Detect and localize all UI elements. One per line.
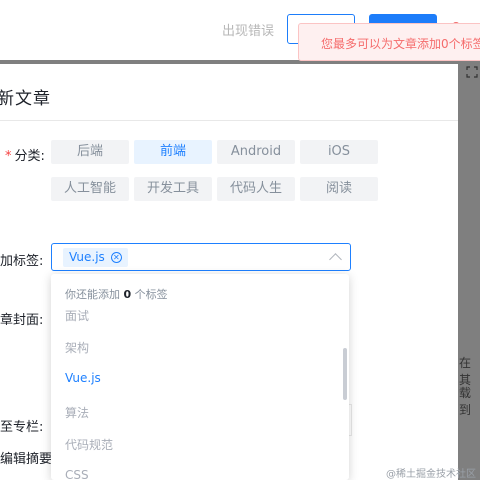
- error-link[interactable]: 出现错误: [222, 20, 274, 39]
- dropdown-scrollbar[interactable]: [343, 348, 347, 400]
- category-code-life[interactable]: 代码人生: [217, 177, 295, 201]
- category-android[interactable]: Android: [217, 140, 295, 164]
- tag-option[interactable]: 算法: [65, 404, 89, 421]
- tag-option[interactable]: 架构: [65, 339, 89, 356]
- category-label: * 分类:: [5, 149, 45, 164]
- category-devtools[interactable]: 开发工具: [134, 177, 212, 201]
- publish-dialog: 新文章 * 分类: 后端 前端 Android iOS 人工智能 开发工具 代码人…: [0, 64, 458, 480]
- dialog-header: 新文章: [0, 64, 458, 121]
- category-backend[interactable]: 后端: [51, 140, 129, 164]
- tags-label: 加标签:: [0, 254, 44, 269]
- tag-dropdown: 你还能添加 0 个标签 面试 架构 Vue.js 算法 代码规范 CSS: [51, 274, 349, 480]
- close-icon[interactable]: ✕: [110, 252, 122, 263]
- tag-option[interactable]: 面试: [65, 307, 89, 324]
- summary-label: 编辑摘要:: [0, 452, 57, 467]
- column-label: 至专栏:: [0, 420, 44, 435]
- tag-chip: Vue.js ✕: [63, 248, 128, 267]
- dialog-title: 新文章: [0, 89, 51, 109]
- category-reading[interactable]: 阅读: [300, 177, 378, 201]
- tag-option[interactable]: 代码规范: [65, 436, 113, 453]
- chevron-up-icon[interactable]: [329, 253, 342, 266]
- category-ai[interactable]: 人工智能: [51, 177, 129, 201]
- tag-limit-hint: 你还能添加 0 个标签: [65, 288, 168, 301]
- tag-select[interactable]: Vue.js ✕: [51, 243, 351, 271]
- error-toast: 您最多可以为文章添加0个标签: [298, 23, 480, 61]
- category-ios[interactable]: iOS: [300, 140, 378, 164]
- watermark: @稀土掘金技术社区: [386, 469, 476, 480]
- tag-option-selected[interactable]: Vue.js: [65, 371, 101, 385]
- toast-message: 您最多可以为文章添加0个标签: [321, 37, 480, 51]
- side-text: 载到: [459, 386, 472, 417]
- tag-chip-label: Vue.js: [69, 250, 105, 264]
- side-text: 在其: [459, 356, 472, 387]
- cover-label: 章封面:: [0, 313, 44, 328]
- fullscreen-icon[interactable]: [466, 66, 478, 78]
- tag-option[interactable]: CSS: [65, 468, 89, 480]
- category-frontend[interactable]: 前端: [134, 140, 212, 164]
